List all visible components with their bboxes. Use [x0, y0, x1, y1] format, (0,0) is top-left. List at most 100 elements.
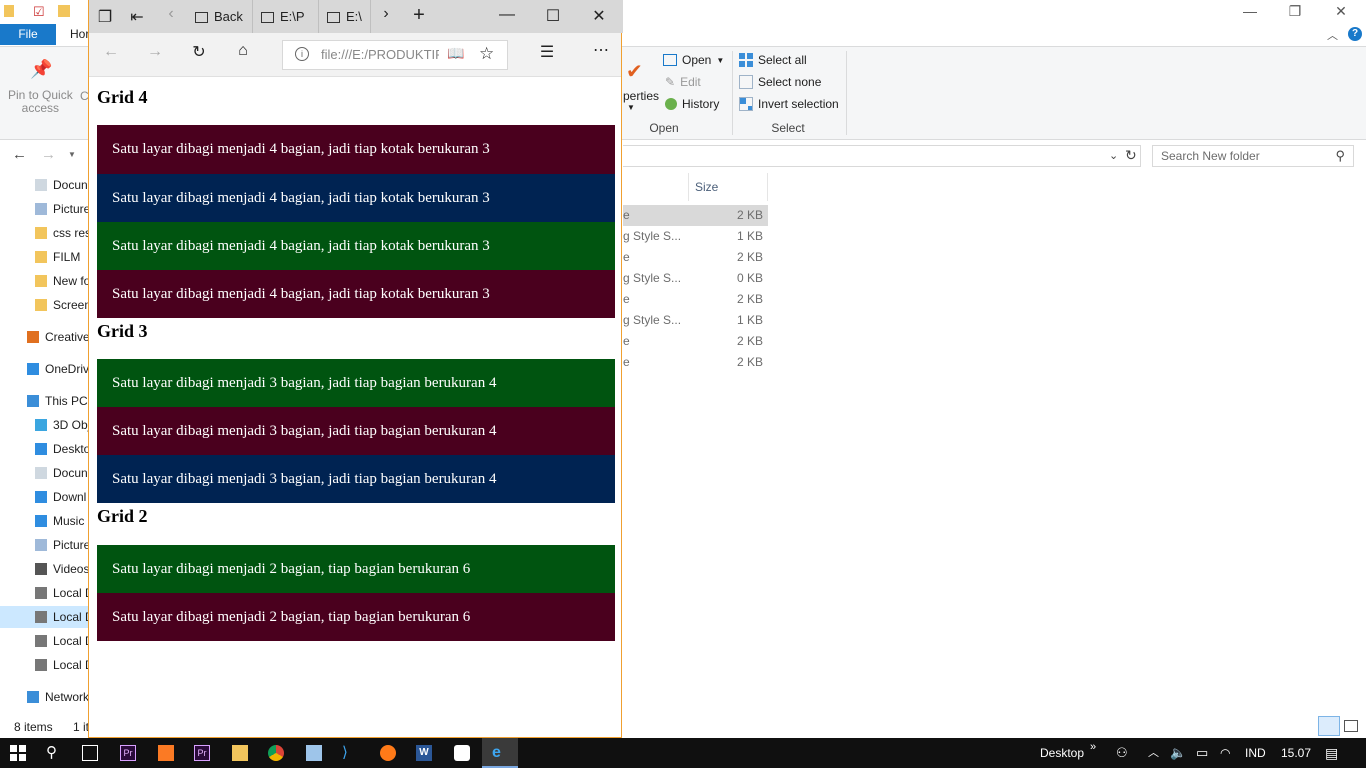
nav-item[interactable]: Creative	[0, 326, 88, 348]
volume-icon[interactable]: 🔈	[1170, 738, 1186, 768]
file-size: 0 KB	[736, 271, 763, 285]
details-view-icon[interactable]	[1318, 716, 1340, 736]
refresh-icon[interactable]: ↻	[189, 42, 209, 62]
search-input[interactable]: Search New folder ⚲	[1152, 145, 1354, 167]
app-icon[interactable]	[454, 745, 470, 761]
virtualbox-icon[interactable]	[306, 745, 322, 761]
nav-item[interactable]: Local D	[0, 606, 88, 628]
file-row[interactable]: e 2 KB	[623, 247, 768, 268]
wifi-icon[interactable]: ◠	[1220, 738, 1230, 768]
open-button[interactable]: Open ▼	[663, 53, 724, 67]
premiere-icon[interactable]: Pr	[120, 745, 136, 761]
tab-back[interactable]: Back	[187, 0, 253, 33]
ribbon-tab-home[interactable]: Hor	[70, 24, 89, 45]
nav-item[interactable]: Local D	[0, 630, 88, 652]
nav-item[interactable]: 3D Obj	[0, 414, 88, 436]
ribbon-tab-file[interactable]: File	[0, 24, 56, 45]
invert-selection-button[interactable]: Invert selection	[739, 97, 839, 111]
nav-item[interactable]: Videos	[0, 558, 88, 580]
help-icon[interactable]: ?	[1348, 27, 1362, 41]
scroll-tabs-right-icon[interactable]: ›	[376, 5, 396, 23]
nav-item[interactable]: css res	[0, 222, 88, 244]
vscode-icon[interactable]: ⟩	[342, 745, 358, 761]
word-icon[interactable]: W	[416, 745, 432, 761]
ribbon-collapse-icon[interactable]: ︿	[1327, 27, 1338, 43]
nav-item[interactable]: Docun	[0, 174, 88, 196]
minimize-button[interactable]: —	[1227, 0, 1273, 24]
premiere-icon[interactable]: Pr	[194, 745, 210, 761]
edit-button[interactable]: ✎ Edit	[665, 75, 701, 89]
language-indicator[interactable]: IND	[1245, 738, 1266, 768]
maximize-button[interactable]: ☐	[543, 6, 563, 26]
minimize-button[interactable]: —	[497, 6, 517, 24]
nav-item[interactable]: Local D	[0, 654, 88, 676]
nav-item[interactable]: FILM	[0, 246, 88, 268]
restore-button[interactable]: ❐	[1272, 0, 1318, 24]
nav-item[interactable]: Network	[0, 686, 88, 708]
action-center-icon[interactable]: ▤	[1325, 738, 1338, 768]
search-icon: ⚲	[1335, 148, 1345, 163]
xampp-icon[interactable]	[158, 745, 174, 761]
size-column-header[interactable]: Size	[695, 177, 718, 197]
select-all-button[interactable]: Select all	[739, 53, 807, 67]
back-icon[interactable]: ←	[101, 43, 121, 61]
file-row[interactable]: e 2 KB	[623, 331, 768, 352]
toolbar-expand-icon[interactable]: »	[1090, 732, 1096, 762]
properties-label[interactable]: perties	[623, 89, 659, 103]
chevron-down-icon[interactable]: ⌄	[1109, 149, 1118, 162]
people-icon[interactable]: ⚇	[1116, 738, 1128, 768]
file-row[interactable]: g Style S... 0 KB	[623, 268, 768, 289]
nav-item[interactable]: Screen	[0, 294, 88, 316]
favorite-star-icon[interactable]: ☆	[479, 44, 494, 64]
file-row[interactable]: g Style S... 1 KB	[623, 226, 768, 247]
ribbon-divider	[846, 51, 847, 135]
firefox-icon[interactable]	[380, 745, 396, 761]
scroll-tabs-left-icon[interactable]: ‹	[161, 5, 181, 23]
file-row[interactable]: e 2 KB	[623, 289, 768, 310]
nav-item[interactable]: Downl	[0, 486, 88, 508]
file-row[interactable]: e 2 KB	[623, 205, 768, 226]
close-button[interactable]: ✕	[1318, 0, 1364, 24]
windows-start-icon[interactable]	[10, 745, 26, 761]
more-icon[interactable]: ⋯	[591, 40, 611, 60]
refresh-icon[interactable]: ↻	[1125, 147, 1137, 164]
nav-item[interactable]: This PC	[0, 390, 88, 412]
nav-item[interactable]: Music	[0, 510, 88, 532]
nav-item[interactable]: Picture	[0, 534, 88, 556]
nav-item[interactable]: Local D	[0, 582, 88, 604]
file-name: e	[623, 250, 630, 264]
task-view-icon[interactable]	[82, 745, 98, 761]
set-tabs-aside-icon[interactable]: ⇤	[127, 7, 147, 27]
desktop-toolbar-label[interactable]: Desktop	[1040, 738, 1084, 768]
tab-manager-icon[interactable]: ❐	[95, 7, 115, 27]
nav-item[interactable]: OneDriv	[0, 358, 88, 380]
large-icons-view-icon[interactable]	[1344, 720, 1358, 732]
battery-icon[interactable]: ▭	[1196, 738, 1208, 768]
close-button[interactable]: ✕	[589, 6, 609, 26]
grid-block: Satu layar dibagi menjadi 4 bagian, jadi…	[97, 222, 615, 270]
pin-to-quick-access-button[interactable]: Pin to Quick access	[8, 89, 73, 115]
file-row[interactable]: e 2 KB	[623, 352, 768, 373]
tab-ep[interactable]: E:\P	[253, 0, 319, 33]
tab-e-active[interactable]: E:\	[319, 0, 371, 33]
nav-item[interactable]: Deskto	[0, 438, 88, 460]
nav-item[interactable]: Picture	[0, 198, 88, 220]
chrome-icon[interactable]	[268, 745, 284, 761]
file-explorer-icon[interactable]	[232, 745, 248, 761]
favorites-hub-icon[interactable]: ☰	[537, 42, 557, 62]
search-icon[interactable]: ⚲	[46, 745, 62, 761]
nav-item[interactable]: New fo	[0, 270, 88, 292]
forward-icon[interactable]: →	[145, 43, 165, 61]
home-icon[interactable]: ⌂	[233, 42, 253, 60]
nav-item[interactable]: Docun	[0, 462, 88, 484]
edge-taskbar-button[interactable]: e	[482, 738, 518, 768]
file-row[interactable]: g Style S... 1 KB	[623, 310, 768, 331]
address-bar[interactable]: i file:///E:/PRODUKTIF 📖 ☆	[282, 40, 508, 70]
select-none-button[interactable]: Select none	[739, 75, 821, 89]
clock[interactable]: 15.07	[1281, 738, 1311, 768]
address-bar[interactable]: ⌄ ↻	[623, 145, 1141, 167]
new-tab-icon[interactable]: +	[409, 4, 429, 27]
reading-view-icon[interactable]: 📖	[447, 45, 464, 62]
show-hidden-icons-icon[interactable]: ︿	[1148, 738, 1159, 768]
history-button[interactable]: History	[665, 97, 719, 111]
